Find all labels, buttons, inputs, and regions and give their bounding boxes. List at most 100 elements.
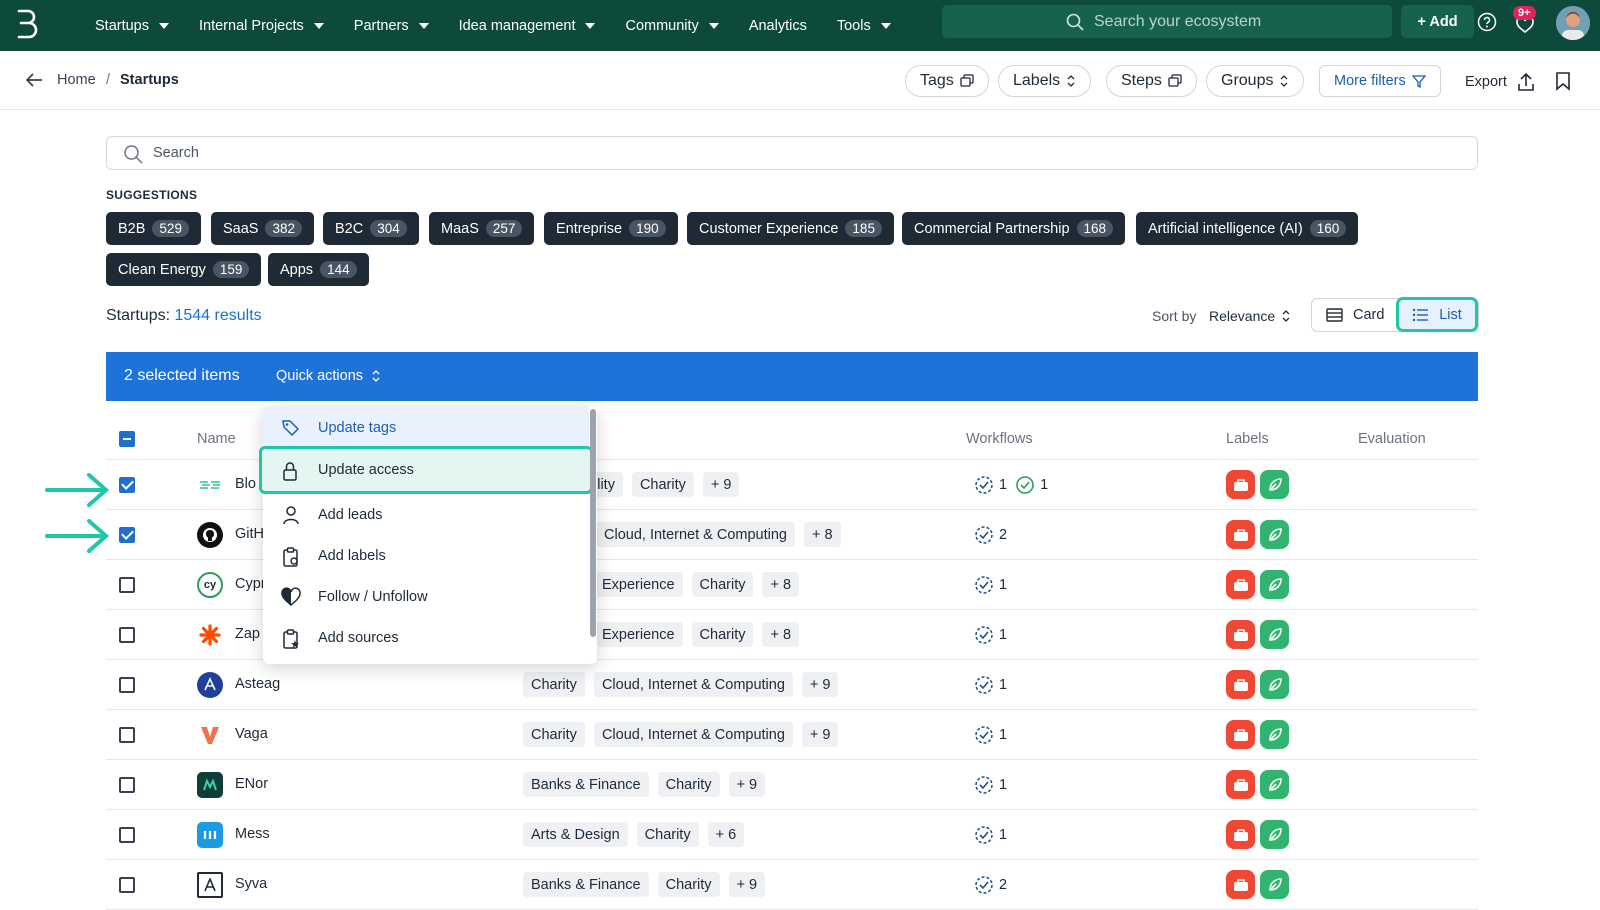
table-row[interactable]: Mess Arts & Design Charity + 6 1 bbox=[106, 810, 1478, 860]
menu-update-tags[interactable]: Update tags bbox=[263, 407, 589, 448]
bookmark-icon[interactable] bbox=[1555, 71, 1571, 91]
briefcase-label-icon[interactable] bbox=[1226, 770, 1255, 799]
suggestion-tag[interactable]: B2C 304 bbox=[323, 212, 419, 245]
briefcase-label-icon[interactable] bbox=[1226, 720, 1255, 749]
category-tag-more[interactable]: + 8 bbox=[803, 522, 841, 547]
startup-search-input[interactable]: Search bbox=[106, 136, 1478, 170]
steps-filter-button[interactable]: Steps bbox=[1106, 65, 1197, 97]
briefcase-label-icon[interactable] bbox=[1226, 820, 1255, 849]
startup-name[interactable]: Zap bbox=[235, 626, 260, 642]
table-row[interactable]: Asteag Charity Cloud, Internet & Computi… bbox=[106, 660, 1478, 710]
nav-analytics[interactable]: Analytics bbox=[749, 18, 807, 34]
suggestion-tag[interactable]: Artificial intelligence (AI) 160 bbox=[1136, 212, 1359, 245]
export-button[interactable]: Export bbox=[1465, 72, 1535, 92]
sort-select[interactable]: Relevance bbox=[1209, 308, 1291, 324]
leaf-label-icon[interactable] bbox=[1260, 470, 1289, 499]
table-row[interactable]: Syva Banks & Finance Charity + 9 2 bbox=[106, 860, 1478, 910]
category-tag-more[interactable]: + 8 bbox=[762, 572, 800, 597]
startup-name[interactable]: Vaga bbox=[235, 726, 268, 742]
row-checkbox[interactable] bbox=[119, 727, 135, 743]
startup-name[interactable]: Syva bbox=[235, 876, 267, 892]
suggestion-tag[interactable]: MaaS 257 bbox=[429, 212, 535, 245]
suggestion-tag[interactable]: Customer Experience 185 bbox=[687, 212, 894, 245]
leaf-label-icon[interactable] bbox=[1260, 770, 1289, 799]
menu-add-sources[interactable]: Add sources bbox=[263, 617, 589, 658]
leaf-label-icon[interactable] bbox=[1260, 620, 1289, 649]
avatar[interactable] bbox=[1556, 6, 1590, 40]
leaf-label-icon[interactable] bbox=[1260, 820, 1289, 849]
startup-name[interactable]: Asteag bbox=[235, 676, 280, 692]
list-view-button[interactable]: List bbox=[1396, 297, 1478, 332]
suggestion-tag[interactable]: B2B 529 bbox=[106, 212, 201, 245]
arrow-left-icon[interactable] bbox=[24, 71, 44, 89]
category-tag-more[interactable]: + 9 bbox=[801, 722, 839, 747]
startup-name[interactable]: Cypr bbox=[235, 576, 266, 592]
category-tag-more[interactable]: + 6 bbox=[707, 822, 745, 847]
briefcase-label-icon[interactable] bbox=[1226, 470, 1255, 499]
briefcase-label-icon[interactable] bbox=[1226, 670, 1255, 699]
category-tag-more[interactable]: + 9 bbox=[728, 872, 766, 897]
row-checkbox[interactable] bbox=[119, 877, 135, 893]
column-evaluation[interactable]: Evaluation bbox=[1358, 431, 1426, 447]
nav-partners[interactable]: Partners bbox=[354, 18, 429, 34]
select-all-checkbox[interactable] bbox=[119, 431, 135, 447]
menu-add-leads[interactable]: Add leads bbox=[263, 494, 589, 535]
startup-name[interactable]: GitH bbox=[235, 526, 264, 542]
menu-add-labels[interactable]: Add labels bbox=[263, 535, 589, 576]
leaf-label-icon[interactable] bbox=[1260, 520, 1289, 549]
briefcase-label-icon[interactable] bbox=[1226, 570, 1255, 599]
column-labels[interactable]: Labels bbox=[1226, 431, 1269, 447]
leaf-label-icon[interactable] bbox=[1260, 670, 1289, 699]
nav-tools[interactable]: Tools bbox=[837, 18, 891, 34]
help-icon[interactable] bbox=[1477, 12, 1497, 32]
row-checkbox[interactable] bbox=[119, 577, 135, 593]
labels-filter-button[interactable]: Labels bbox=[998, 65, 1092, 97]
menu-follow-unfollow[interactable]: Follow / Unfollow bbox=[263, 576, 589, 617]
nav-internal-projects[interactable]: Internal Projects bbox=[199, 18, 324, 34]
startup-name[interactable]: ENor bbox=[235, 776, 268, 792]
leaf-label-icon[interactable] bbox=[1260, 570, 1289, 599]
row-checkbox[interactable] bbox=[119, 627, 135, 643]
tags-filter-button[interactable]: Tags bbox=[905, 65, 989, 97]
nav-community[interactable]: Community bbox=[625, 18, 719, 34]
category-tag-more[interactable]: + 9 bbox=[702, 472, 740, 497]
workflow-count: 2 bbox=[999, 527, 1008, 543]
leaf-label-icon[interactable] bbox=[1260, 720, 1289, 749]
briefcase-label-icon[interactable] bbox=[1226, 520, 1255, 549]
category-tag-more[interactable]: + 8 bbox=[762, 622, 800, 647]
suggestion-tag[interactable]: Commercial Partnership 168 bbox=[902, 212, 1126, 245]
startup-name[interactable]: Mess bbox=[235, 826, 270, 842]
column-name[interactable]: Name bbox=[197, 431, 236, 447]
suggestion-tag[interactable]: Clean Energy 159 bbox=[106, 253, 262, 286]
leaf-label-icon[interactable] bbox=[1260, 870, 1289, 899]
nav-startups[interactable]: Startups bbox=[95, 18, 169, 34]
column-workflows[interactable]: Workflows bbox=[966, 431, 1033, 447]
suggestion-tag[interactable]: SaaS 382 bbox=[211, 212, 315, 245]
category-tag-more[interactable]: + 9 bbox=[801, 672, 839, 697]
suggestion-tag[interactable]: Apps 144 bbox=[268, 253, 369, 286]
briefcase-label-icon[interactable] bbox=[1226, 870, 1255, 899]
row-checkbox[interactable] bbox=[119, 527, 135, 543]
quick-actions-button[interactable]: Quick actions bbox=[276, 368, 381, 384]
groups-filter-button[interactable]: Groups bbox=[1206, 65, 1305, 97]
category-tag-more[interactable]: + 9 bbox=[728, 772, 766, 797]
add-button[interactable]: + Add bbox=[1401, 5, 1474, 38]
table-row[interactable]: ENor Banks & Finance Charity + 9 1 bbox=[106, 760, 1478, 810]
card-view-button[interactable]: Card bbox=[1326, 307, 1384, 323]
row-checkbox[interactable] bbox=[119, 677, 135, 693]
briefcase-label-icon[interactable] bbox=[1226, 620, 1255, 649]
breadcrumb-home[interactable]: Home bbox=[57, 72, 96, 88]
brand-logo[interactable] bbox=[14, 8, 38, 42]
suggestion-tag[interactable]: Entreprise 190 bbox=[544, 212, 678, 245]
more-filters-button[interactable]: More filters bbox=[1319, 65, 1441, 97]
startup-name[interactable]: Blo bbox=[235, 476, 256, 492]
row-checkbox[interactable] bbox=[119, 477, 135, 493]
row-checkbox[interactable] bbox=[119, 777, 135, 793]
workflow-status: 1 bbox=[974, 775, 1015, 795]
table-row[interactable]: Vaga Charity Cloud, Internet & Computing… bbox=[106, 710, 1478, 760]
row-checkbox[interactable] bbox=[119, 827, 135, 843]
menu-update-access[interactable]: Update access bbox=[259, 446, 593, 494]
ecosystem-search-input[interactable]: Search your ecosystem bbox=[942, 5, 1392, 38]
nav-idea-management[interactable]: Idea management bbox=[459, 18, 596, 34]
menu-scrollbar-thumb[interactable] bbox=[590, 409, 596, 637]
